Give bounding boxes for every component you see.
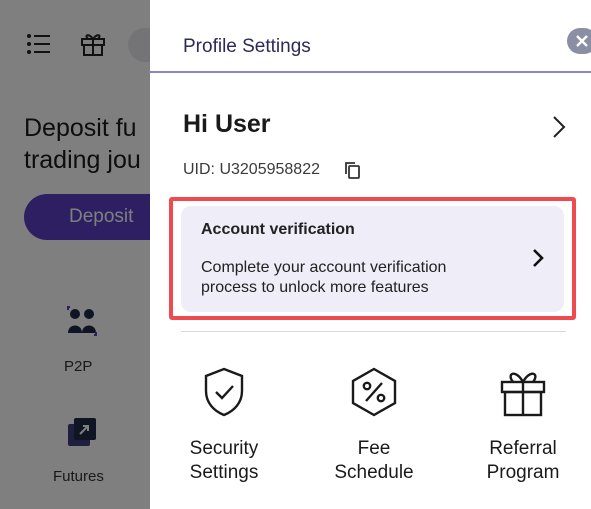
user-uid: UID: U3205958822: [183, 161, 320, 178]
drawer-title: Profile Settings: [183, 36, 311, 57]
user-greeting[interactable]: Hi User: [183, 110, 271, 139]
close-icon: [576, 35, 588, 47]
gift-icon: [500, 372, 546, 417]
fee-schedule-label: Fee Schedule: [334, 438, 414, 483]
referral-program-button[interactable]: Referral Program: [458, 365, 588, 485]
copy-icon[interactable]: [344, 161, 360, 179]
shield-check-icon: [204, 367, 244, 417]
percent-badge-icon: [351, 367, 397, 417]
verification-title: Account verification: [201, 221, 355, 238]
verification-description: Complete your account verification proce…: [201, 259, 447, 296]
close-button[interactable]: [567, 28, 591, 54]
fee-schedule-button[interactable]: Fee Schedule: [309, 365, 439, 485]
header-divider: [150, 71, 591, 73]
chevron-right-icon: [533, 249, 544, 267]
profile-settings-drawer: Profile Settings Hi User UID: U320595882…: [150, 0, 591, 509]
account-verification-card[interactable]: Account verification Complete your accou…: [181, 206, 564, 312]
referral-program-label: Referral Program: [486, 438, 560, 483]
chevron-right-icon[interactable]: [550, 114, 568, 140]
security-settings-label: Security Settings: [189, 438, 259, 483]
section-divider: [181, 331, 566, 332]
security-settings-button[interactable]: Security Settings: [159, 365, 289, 485]
